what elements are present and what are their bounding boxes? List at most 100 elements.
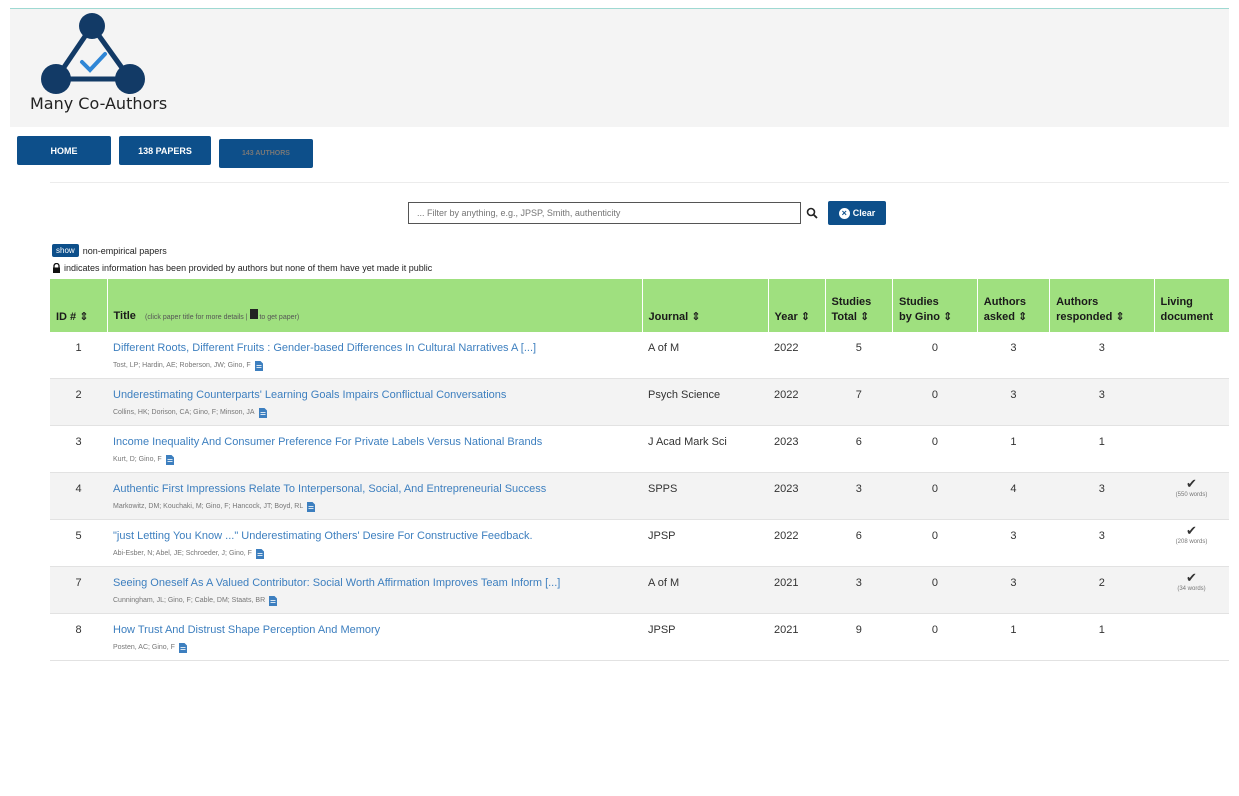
cell-journal: A of M (648, 577, 680, 589)
cell-id: 2 (75, 389, 82, 401)
word-count: (550 words) (1175, 492, 1208, 498)
col-studies-gino[interactable]: Studies by Gino ⇕ (892, 279, 978, 332)
cell-year: 2022 (774, 530, 799, 542)
papers-table: ID # ⇕ Title (click paper title for more… (50, 279, 1229, 661)
checkmark-icon[interactable]: ✔ (1160, 524, 1223, 538)
cell-living-document: ✔ (34 words) (1154, 567, 1229, 614)
search-icon[interactable] (806, 207, 818, 219)
paper-title-link[interactable]: Income Inequality And Consumer Preferenc… (113, 434, 636, 451)
document-icon[interactable] (269, 596, 278, 606)
document-icon[interactable] (307, 502, 316, 512)
paper-authors: Cunningham, JL; Gino, F; Cable, DM; Staa… (113, 595, 636, 607)
paper-authors: Abi-Esber, N; Abel, JE; Schroeder, J; Gi… (113, 548, 636, 560)
cell-living-document (1154, 379, 1229, 426)
header-band (10, 9, 1229, 127)
cell-living-document: ✔ (550 words) (1154, 473, 1229, 520)
cell-authors-asked: 4 (1010, 483, 1017, 495)
document-icon[interactable] (258, 408, 267, 418)
paper-title-link[interactable]: How Trust And Distrust Shape Perception … (113, 622, 636, 639)
cell-id: 4 (75, 483, 82, 495)
document-icon[interactable] (255, 549, 264, 559)
cell-living-document (1154, 614, 1229, 661)
table-row: 1 Different Roots, Different Fruits : Gen… (50, 332, 1229, 379)
col-living-document[interactable]: Living document (1154, 279, 1229, 332)
show-filter-row: show non-empirical papers (52, 244, 167, 257)
title-hint: (click paper title for more details | to… (145, 309, 299, 321)
cell-id: 5 (75, 530, 82, 542)
cell-journal: JPSP (648, 530, 676, 542)
checkmark-icon[interactable]: ✔ (1160, 477, 1223, 491)
lock-legend: indicates information has been provided … (52, 263, 432, 273)
lock-legend-text: indicates information has been provided … (64, 263, 433, 273)
cell-authors-asked: 3 (1010, 342, 1017, 354)
col-journal[interactable]: Journal ⇕ (642, 279, 769, 332)
divider (50, 182, 1229, 183)
paper-title-link[interactable]: Authentic First Impressions Relate To In… (113, 481, 636, 498)
home-button[interactable]: HOME (17, 136, 111, 165)
paper-authors: Kurt, D; Gino, F (113, 454, 636, 466)
cell-title: Authentic First Impressions Relate To In… (107, 473, 642, 520)
cell-id: 8 (75, 624, 82, 636)
page: Many Co-Authors HOME 138 PAPERS 143 AUTH… (0, 0, 1239, 796)
paper-title-link[interactable]: Seeing Oneself As A Valued Contributor: … (113, 575, 636, 592)
cell-year: 2022 (774, 389, 799, 401)
document-icon[interactable] (254, 361, 263, 371)
cell-studies-total: 5 (855, 342, 862, 354)
col-id[interactable]: ID # ⇕ (50, 279, 108, 332)
cell-id: 1 (75, 342, 82, 354)
paper-authors: Collins, HK; Dorison, CA; Gino, F; Minso… (113, 407, 636, 419)
show-button[interactable]: show (52, 244, 79, 257)
cell-studies-gino: 0 (931, 483, 938, 495)
paper-authors: Posten, AC; Gino, F (113, 642, 636, 654)
authors-button[interactable]: 143 AUTHORS (219, 139, 313, 168)
checkmark-icon[interactable]: ✔ (1160, 571, 1223, 585)
cell-authors-asked: 1 (1010, 436, 1017, 448)
cell-journal: J Acad Mark Sci (648, 436, 727, 448)
cell-title: Income Inequality And Consumer Preferenc… (107, 426, 642, 473)
cell-authors-responded: 3 (1098, 530, 1105, 542)
cell-authors-responded: 3 (1098, 389, 1105, 401)
paper-authors: Tost, LP; Hardin, AE; Roberson, JW; Gino… (113, 360, 636, 372)
cell-id: 3 (75, 436, 82, 448)
cell-year: 2023 (774, 483, 799, 495)
table-row: 3 Income Inequality And Consumer Preferen… (50, 426, 1229, 473)
close-circle-icon: × (838, 207, 850, 219)
col-authors-asked[interactable]: Authors asked ⇕ (977, 279, 1051, 332)
clear-label: Clear (852, 208, 876, 218)
cell-title: Different Roots, Different Fruits : Gend… (107, 332, 642, 379)
table-row: 4 Authentic First Impressions Relate To I… (50, 472, 1229, 520)
cell-year: 2021 (774, 577, 799, 589)
cell-authors-asked: 3 (1010, 389, 1017, 401)
cell-living-document (1154, 426, 1229, 473)
cell-authors-asked: 3 (1010, 577, 1017, 589)
papers-button[interactable]: 138 PAPERS (119, 136, 211, 165)
cell-title: Seeing Oneself As A Valued Contributor: … (107, 567, 642, 614)
cell-journal: A of M (648, 342, 680, 354)
cell-living-document: ✔ (208 words) (1154, 520, 1229, 567)
table-body: 1 Different Roots, Different Fruits : Gen… (50, 332, 1229, 661)
cell-year: 2023 (774, 436, 799, 448)
col-authors-responded[interactable]: Authors responded ⇕ (1049, 279, 1155, 332)
table-row: 2 Underestimating Counterparts' Learning … (50, 378, 1229, 426)
cell-studies-gino: 0 (931, 577, 938, 589)
document-icon[interactable] (178, 643, 187, 653)
cell-title: Underestimating Counterparts' Learning G… (107, 379, 642, 426)
col-title[interactable]: Title (click paper title for more detail… (107, 279, 643, 332)
cell-title: How Trust And Distrust Shape Perception … (107, 614, 642, 661)
document-icon[interactable] (165, 455, 174, 465)
lock-icon (53, 263, 60, 273)
show-filter-text: non-empirical papers (82, 245, 167, 256)
clear-button[interactable]: × Clear (828, 201, 886, 225)
cell-title: "just Letting You Know ..." Underestimat… (107, 520, 642, 567)
search-input[interactable] (408, 202, 801, 224)
cell-authors-responded: 3 (1098, 342, 1105, 354)
cell-studies-total: 7 (855, 389, 862, 401)
paper-title-link[interactable]: "just Letting You Know ..." Underestimat… (113, 528, 636, 545)
paper-title-link[interactable]: Underestimating Counterparts' Learning G… (113, 387, 636, 404)
col-year[interactable]: Year ⇕ (768, 279, 826, 332)
cell-studies-total: 6 (855, 530, 862, 542)
table-row: 5 "just Letting You Know ..." Underestima… (50, 520, 1229, 567)
col-studies-total[interactable]: Studies Total ⇕ (825, 279, 894, 332)
cell-living-document (1154, 332, 1229, 379)
paper-title-link[interactable]: Different Roots, Different Fruits : Gend… (113, 340, 636, 357)
